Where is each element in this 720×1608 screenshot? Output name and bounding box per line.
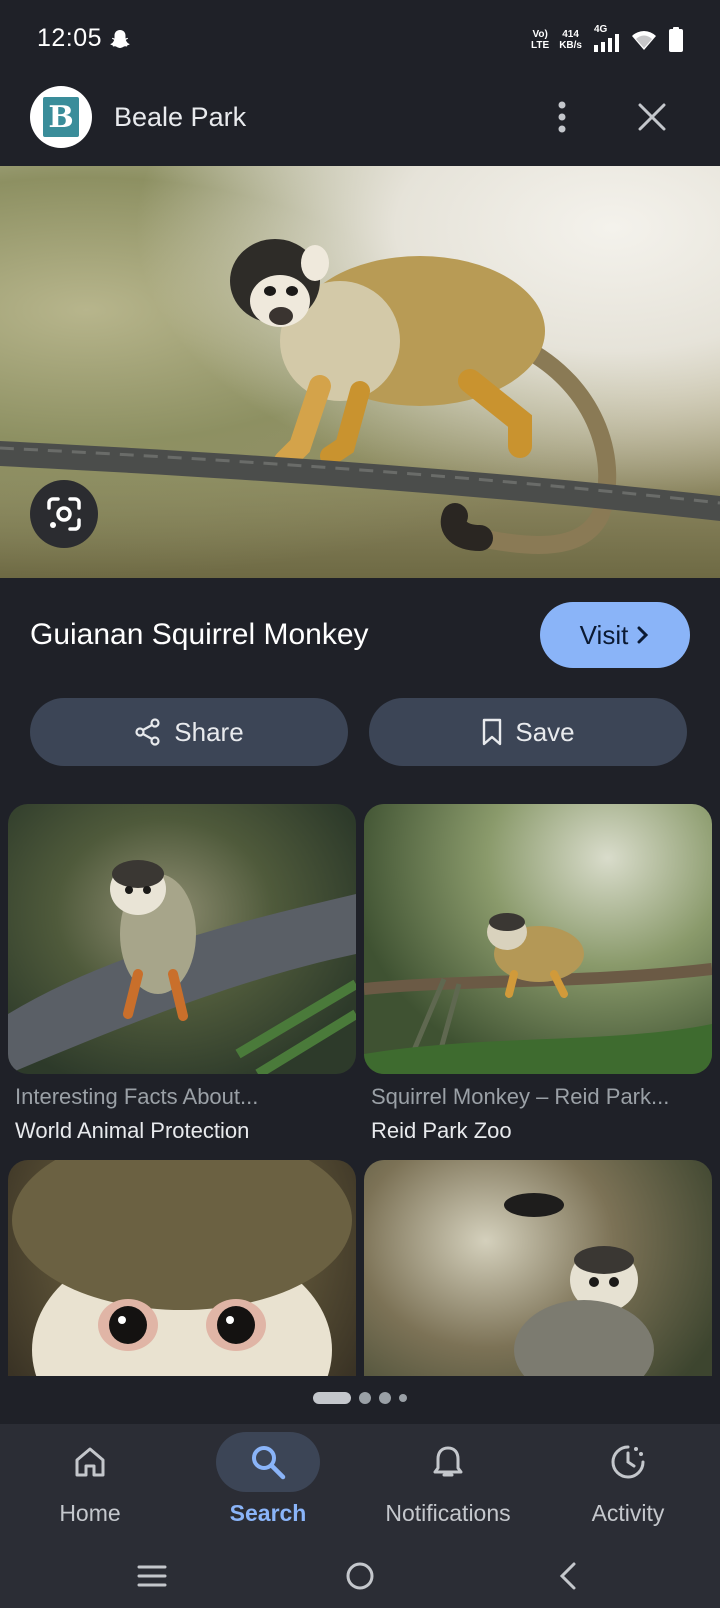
chevron-right-icon [637,626,649,644]
bell-icon [433,1446,463,1477]
cell-signal-icon: 4G [592,24,620,53]
result-title-row: Guianan Squirrel Monkey Visit [0,578,720,688]
status-bar: 12:05 Vo) LTE 414 KB/s 4G [0,0,720,84]
back-chevron-icon [559,1562,576,1590]
nav-home[interactable]: Home [0,1424,180,1544]
bookmark-icon [483,718,502,746]
related-site-name: Reid Park Zoo [371,1118,512,1143]
more-options-button[interactable] [544,94,580,140]
share-button[interactable]: Share [30,698,348,766]
page-indicator [0,1392,720,1404]
related-card[interactable] [8,1160,356,1376]
nav-activity[interactable]: Activity [538,1424,718,1544]
search-icon [252,1446,286,1480]
related-image[interactable] [364,1160,712,1376]
google-lens-button[interactable] [30,480,98,548]
home-icon [75,1447,105,1477]
share-label: Share [174,716,244,747]
result-title: Guianan Squirrel Monkey [30,618,369,651]
result-header: B Beale Park [0,84,720,166]
related-site-name: World Animal Protection [15,1118,250,1143]
close-button[interactable] [630,94,674,140]
action-row: Share Save [0,698,720,766]
page-dot [399,1394,407,1402]
status-indicators: Vo) LTE 414 KB/s 4G [531,24,684,54]
related-image[interactable] [364,804,712,1074]
recent-apps-button[interactable] [122,1554,182,1598]
bottom-navigation: Home Search Notifications Activity [0,1424,720,1544]
nav-search-label: Search [229,1500,307,1526]
site-logo[interactable]: B [30,86,92,148]
status-time: 12:05 [37,24,103,52]
visit-button[interactable]: Visit [540,602,690,668]
site-logo-letter: B [43,97,79,137]
menu-icon [137,1565,167,1587]
activity-icon [611,1445,645,1479]
related-card[interactable]: Interesting Facts About... World Animal … [8,804,356,1144]
related-image[interactable] [8,804,356,1074]
system-navigation-bar [0,1544,720,1608]
nav-home-label: Home [59,1500,121,1526]
nav-notifications[interactable]: Notifications [358,1424,538,1544]
main-image[interactable] [0,166,720,578]
related-source-title: Interesting Facts About... [15,1084,259,1109]
site-name[interactable]: Beale Park [114,102,246,133]
related-image[interactable] [8,1160,356,1376]
home-system-button[interactable] [330,1554,390,1598]
page-dot [359,1392,371,1404]
network-speed: 414 KB/s [559,29,582,51]
related-images-grid: Interesting Facts About... World Animal … [0,804,720,1376]
circle-home-icon [346,1562,374,1590]
lens-icon [47,497,81,531]
save-label: Save [515,716,575,747]
wifi-icon [632,31,656,50]
related-card[interactable]: Squirrel Monkey – Reid Park... Reid Park… [364,804,712,1144]
related-card[interactable] [364,1160,712,1376]
squirrel-monkey-illustration [0,239,720,554]
more-vertical-icon [558,101,566,133]
battery-icon [669,27,683,52]
related-source-title: Squirrel Monkey – Reid Park... [371,1084,670,1109]
nav-notifications-label: Notifications [385,1500,511,1526]
nav-search[interactable]: Search [178,1424,358,1544]
close-icon [638,103,666,131]
volte-indicator: Vo) LTE [531,29,550,51]
share-icon [135,718,160,746]
visit-label: Visit [579,619,629,650]
nav-activity-label: Activity [591,1500,665,1526]
snapchat-icon [110,30,130,48]
page-dot-active [313,1392,351,1404]
save-button[interactable]: Save [369,698,687,766]
back-button[interactable] [538,1554,598,1598]
page-dot [379,1392,391,1404]
